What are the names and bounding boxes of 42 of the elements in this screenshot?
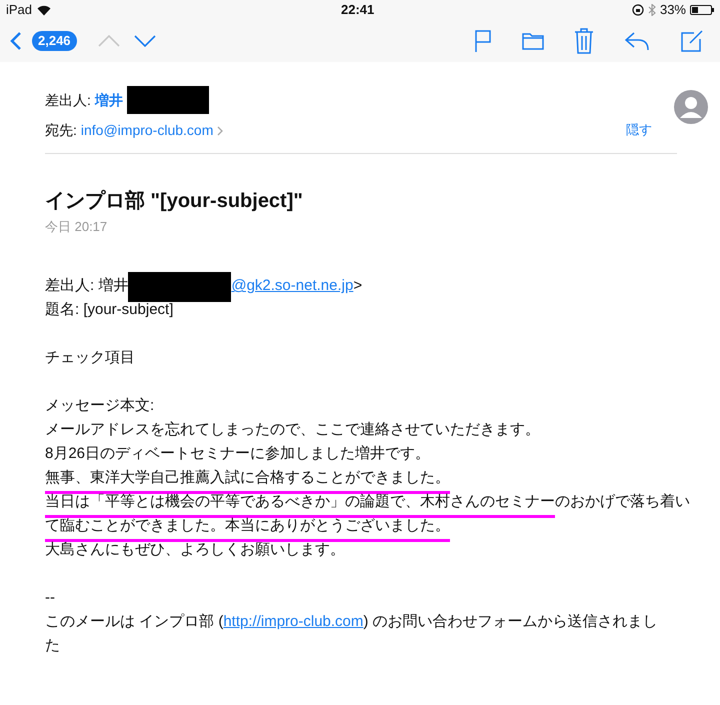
email-date: 今日 20:17 [45, 218, 108, 236]
body-text: このメールは インプロ部 ( [45, 612, 224, 632]
body-text: のおかげで落ち着い [555, 492, 690, 512]
body-text: 差出人: 増井 [45, 276, 128, 296]
avatar-icon [674, 90, 708, 124]
body-text: て臨むことができました。本当にありがとうございました。 [45, 515, 450, 542]
body-text: メールアドレスを忘れてしまったので、ここで連絡させていただきます。 [45, 420, 540, 440]
wifi-icon [37, 4, 52, 16]
body-text: チェック項目 [45, 348, 135, 368]
body-text: -- [45, 588, 55, 608]
body-text: ) のお問い合わせフォームから送信されまし [363, 612, 658, 632]
flag-icon[interactable] [474, 29, 492, 53]
battery-icon [690, 5, 714, 15]
body-text: 題名: [your-subject] [45, 300, 174, 320]
from-label: 差出人: [45, 90, 91, 110]
bluetooth-icon [648, 4, 656, 16]
next-message-icon[interactable] [134, 35, 156, 47]
email-link[interactable]: @gk2.so-net.ne.jp [231, 275, 354, 298]
device-name: iPad [6, 1, 32, 20]
body-text: > [353, 276, 362, 296]
reply-icon[interactable] [624, 31, 650, 51]
body-text: た [45, 636, 60, 656]
battery-percent: 33% [660, 1, 686, 20]
compose-icon[interactable] [680, 29, 704, 53]
sender-name[interactable]: 増井 [94, 90, 123, 110]
hide-link[interactable]: 隠す [626, 120, 652, 140]
body-text: メッセージ本文: [45, 396, 154, 416]
to-label: 宛先: [45, 121, 77, 140]
recipient-address[interactable]: info@impro-club.com [80, 120, 214, 141]
rotation-lock-icon [632, 4, 644, 16]
folder-icon[interactable] [522, 32, 544, 50]
email-subject: インプロ部 "[your-subject]" [45, 188, 304, 214]
back-chevron-icon[interactable] [10, 31, 22, 51]
message-count-badge: 2,246 [32, 31, 77, 51]
body-text: 無事、東洋大学自己推薦入試に合格することができました。 [45, 467, 450, 494]
trash-icon[interactable] [574, 28, 594, 54]
chevron-right-icon [217, 126, 224, 136]
body-text: 大島さんにもぜひ、よろしくお願いします。 [45, 540, 345, 560]
email-link[interactable]: http://impro-club.com [223, 611, 364, 634]
clock-time: 22:41 [341, 1, 374, 20]
body-text: 8月26日のディベートセミナーに参加しました増井です。 [45, 444, 430, 464]
body-text: 当日は「平等とは機会の平等であるべきか」の論題で、木村さんのセミナー [45, 491, 555, 518]
